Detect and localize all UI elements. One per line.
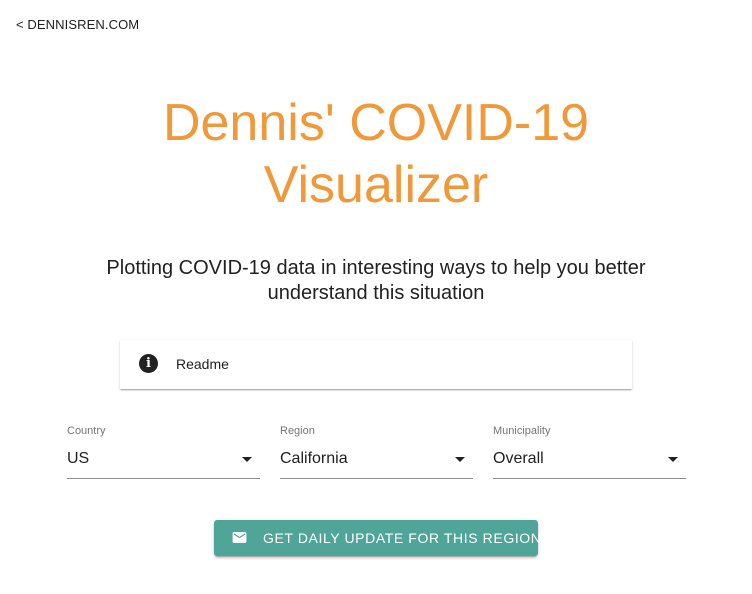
dropdown-arrow-icon[interactable] xyxy=(668,457,678,462)
select-underline xyxy=(493,478,686,479)
daily-update-button-label: GET DAILY UPDATE FOR THIS REGION xyxy=(263,530,542,546)
select-underline xyxy=(280,478,473,479)
region-select-value: California xyxy=(280,450,348,467)
readme-panel[interactable]: i Readme xyxy=(120,340,632,389)
info-icon: i xyxy=(139,354,158,373)
municipality-select[interactable]: Municipality Overall xyxy=(493,420,686,480)
readme-label: Readme xyxy=(176,356,229,372)
title-line-2: Visualizer xyxy=(263,156,489,214)
region-select-label: Region xyxy=(280,425,315,437)
country-select-label: Country xyxy=(67,425,106,437)
select-underline xyxy=(67,478,260,479)
country-select-value: US xyxy=(67,450,90,467)
region-select[interactable]: Region California xyxy=(280,420,473,480)
mail-icon xyxy=(232,532,247,543)
page-title: Dennis' COVID-19 Visualizer xyxy=(0,92,752,216)
dropdown-arrow-icon[interactable] xyxy=(242,457,252,462)
title-line-1: Dennis' COVID-19 xyxy=(162,94,590,152)
back-link[interactable]: < DENNISREN.COM xyxy=(16,17,139,32)
daily-update-button[interactable]: GET DAILY UPDATE FOR THIS REGION xyxy=(214,520,541,556)
municipality-select-label: Municipality xyxy=(493,425,551,437)
country-select[interactable]: Country US xyxy=(67,420,260,480)
municipality-select-value: Overall xyxy=(493,450,544,467)
page-subtitle: Plotting COVID-19 data in interesting wa… xyxy=(106,257,646,304)
dropdown-arrow-icon[interactable] xyxy=(455,457,465,462)
